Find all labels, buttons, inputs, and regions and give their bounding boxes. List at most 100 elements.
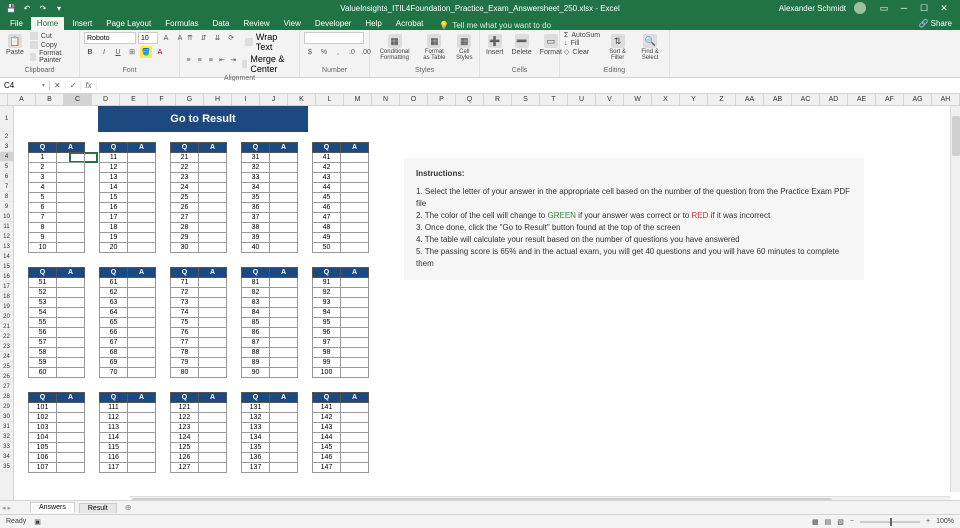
answer-cell[interactable] — [270, 433, 298, 443]
comma-icon[interactable]: , — [332, 46, 344, 58]
answer-cell[interactable] — [128, 308, 156, 318]
answer-cell[interactable] — [341, 443, 369, 453]
tab-home[interactable]: Home — [31, 17, 64, 30]
currency-icon[interactable]: $ — [304, 46, 316, 58]
answer-cell[interactable] — [199, 328, 227, 338]
answer-cell[interactable] — [341, 288, 369, 298]
answer-cell[interactable] — [199, 443, 227, 453]
tell-me-search[interactable]: 💡 Tell me what you want to do — [439, 21, 551, 30]
orientation-icon[interactable]: ⟳ — [225, 32, 237, 44]
tab-view[interactable]: View — [278, 17, 307, 30]
row-header[interactable]: 2 — [0, 132, 13, 142]
italic-button[interactable]: I — [98, 46, 110, 58]
row-header[interactable]: 13 — [0, 242, 13, 252]
answer-cell[interactable] — [128, 233, 156, 243]
answer-cell[interactable] — [128, 403, 156, 413]
answer-cell[interactable] — [128, 368, 156, 378]
next-sheet-icon[interactable]: ▸ — [8, 504, 12, 512]
answer-cell[interactable] — [341, 368, 369, 378]
column-header[interactable]: Q — [456, 94, 484, 105]
scrollbar-thumb[interactable] — [952, 116, 960, 156]
answer-cell[interactable] — [199, 298, 227, 308]
answer-cell[interactable] — [341, 403, 369, 413]
answer-cell[interactable] — [270, 278, 298, 288]
find-select-button[interactable]: 🔍Find & Select — [635, 32, 665, 63]
answer-cell[interactable] — [57, 338, 85, 348]
sheet-tab-result[interactable]: Result — [79, 503, 117, 513]
answer-cell[interactable] — [270, 163, 298, 173]
cancel-fx-icon[interactable]: ✕ — [50, 81, 66, 90]
maximize-icon[interactable]: ☐ — [914, 0, 934, 16]
answer-cell[interactable] — [128, 433, 156, 443]
column-header[interactable]: A — [8, 94, 36, 105]
answer-cell[interactable] — [270, 193, 298, 203]
tab-file[interactable]: File — [4, 17, 29, 30]
column-header[interactable]: Y — [680, 94, 708, 105]
row-header[interactable]: 3 — [0, 142, 13, 152]
answer-cell[interactable] — [199, 338, 227, 348]
answer-cell[interactable] — [57, 423, 85, 433]
align-right-icon[interactable]: ≡ — [206, 54, 215, 66]
answer-cell[interactable] — [128, 203, 156, 213]
answer-cell[interactable] — [270, 308, 298, 318]
row-header[interactable]: 12 — [0, 232, 13, 242]
answer-cell[interactable] — [199, 463, 227, 473]
column-header[interactable]: N — [372, 94, 400, 105]
answer-cell[interactable] — [341, 233, 369, 243]
row-header[interactable]: 29 — [0, 402, 13, 412]
answer-cell[interactable] — [128, 318, 156, 328]
fill-button[interactable]: ↓Fill — [564, 40, 600, 47]
answer-cell[interactable] — [128, 298, 156, 308]
user-avatar[interactable] — [854, 2, 866, 14]
tab-acrobat[interactable]: Acrobat — [390, 17, 430, 30]
answer-cell[interactable] — [341, 423, 369, 433]
sort-filter-button[interactable]: ⇅Sort & Filter — [604, 32, 631, 63]
answer-cell[interactable] — [270, 213, 298, 223]
answer-cell[interactable] — [57, 153, 85, 163]
row-header[interactable]: 27 — [0, 382, 13, 392]
column-header[interactable]: AC — [792, 94, 820, 105]
answer-cell[interactable] — [270, 453, 298, 463]
answer-cell[interactable] — [270, 233, 298, 243]
answer-cell[interactable] — [341, 278, 369, 288]
answer-cell[interactable] — [57, 403, 85, 413]
answer-cell[interactable] — [57, 328, 85, 338]
bold-button[interactable]: B — [84, 46, 96, 58]
answer-cell[interactable] — [57, 183, 85, 193]
fx-icon[interactable]: fx — [81, 81, 96, 90]
border-button[interactable]: ⊞ — [126, 46, 138, 58]
row-header[interactable]: 10 — [0, 212, 13, 222]
answer-cell[interactable] — [341, 173, 369, 183]
row-header[interactable]: 18 — [0, 292, 13, 302]
column-header[interactable]: R — [484, 94, 512, 105]
column-header[interactable]: AE — [848, 94, 876, 105]
column-header[interactable]: S — [512, 94, 540, 105]
answer-cell[interactable] — [270, 288, 298, 298]
answer-cell[interactable] — [128, 183, 156, 193]
fill-color-button[interactable]: 🪣 — [140, 46, 152, 58]
answer-cell[interactable] — [128, 358, 156, 368]
answer-cell[interactable] — [199, 163, 227, 173]
zoom-thumb[interactable] — [890, 518, 892, 526]
cond-format-button[interactable]: ▦Conditional Formatting — [374, 32, 415, 63]
redo-icon[interactable]: ↷ — [38, 3, 48, 13]
answer-cell[interactable] — [128, 423, 156, 433]
go-to-result-button[interactable]: Go to Result — [98, 106, 308, 132]
answer-cell[interactable] — [341, 348, 369, 358]
answer-cell[interactable] — [57, 223, 85, 233]
answer-cell[interactable] — [270, 423, 298, 433]
column-header[interactable]: G — [176, 94, 204, 105]
answer-cell[interactable] — [57, 348, 85, 358]
font-size-select[interactable] — [138, 32, 158, 44]
column-header[interactable]: U — [568, 94, 596, 105]
number-format-select[interactable] — [304, 32, 364, 44]
answer-cell[interactable] — [128, 278, 156, 288]
zoom-slider[interactable] — [860, 521, 920, 523]
inc-decimal-icon[interactable]: .0 — [346, 46, 358, 58]
ribbon-options-icon[interactable]: ▭ — [874, 0, 894, 16]
select-all-corner[interactable] — [0, 94, 8, 105]
minimize-icon[interactable]: ─ — [894, 0, 914, 16]
column-header[interactable]: P — [428, 94, 456, 105]
answer-cell[interactable] — [128, 193, 156, 203]
column-header[interactable]: AA — [736, 94, 764, 105]
